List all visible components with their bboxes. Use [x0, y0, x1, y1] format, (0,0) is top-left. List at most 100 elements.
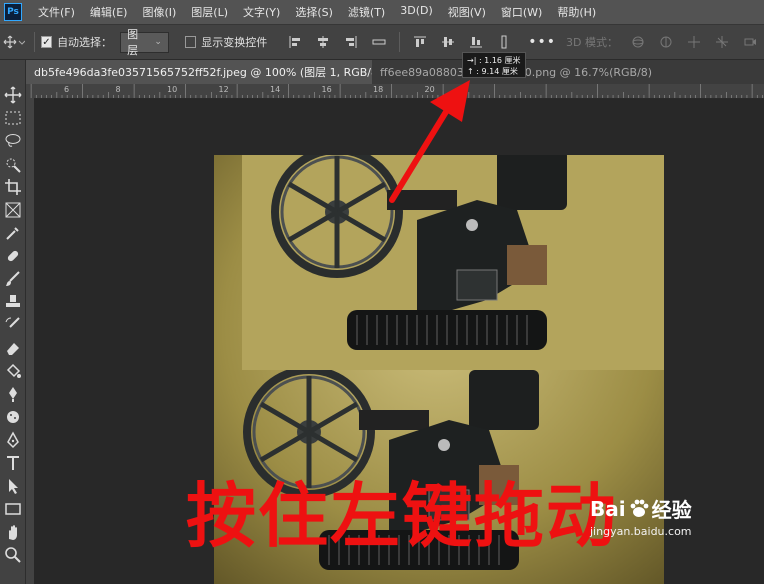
auto-select-target-value: 图层 — [127, 28, 139, 57]
tool-preset-picker[interactable] — [0, 29, 28, 55]
marquee-tool[interactable] — [4, 109, 22, 127]
instruction-caption: 按住左键拖动 — [186, 474, 618, 557]
rectangle-icon — [5, 503, 21, 515]
ruler-label: 8 — [115, 85, 121, 94]
zoom-icon — [5, 547, 21, 563]
type-tool[interactable] — [4, 454, 22, 472]
vertical-ruler[interactable] — [26, 98, 34, 584]
align-horizontal-center-icon[interactable] — [316, 35, 330, 49]
watermark-brand-right: 经验 — [651, 498, 692, 522]
separator — [399, 32, 401, 52]
document-tab-bar: db5fe496da3fe03571565752ff52f.jpeg @ 100… — [26, 60, 764, 84]
paint-bucket-tool[interactable] — [4, 362, 22, 380]
crop-icon — [5, 179, 21, 195]
menu-item[interactable]: 图像(I) — [142, 4, 176, 20]
ruler-label: 16 — [321, 85, 332, 94]
history-brush-tool[interactable] — [4, 316, 22, 334]
3d-roll-icon[interactable] — [659, 35, 673, 49]
align-left-icon[interactable] — [288, 35, 302, 49]
more-options-button[interactable]: ••• — [528, 34, 556, 50]
distribute-icon[interactable] — [372, 35, 386, 49]
marquee-icon — [5, 111, 21, 125]
stamp-icon — [6, 295, 20, 307]
3d-mode-label: 3D 模式： — [566, 36, 618, 49]
menu-items: 文件(F) 编辑(E) 图像(I) 图层(L) 文字(Y) 选择(S) 滤镜(T) 3D(D)… — [38, 4, 611, 20]
quick-select-icon — [6, 158, 21, 173]
zoom-tool[interactable] — [4, 546, 22, 564]
menu-item[interactable]: 帮助(H) — [557, 4, 596, 20]
chevron-down-icon: ⌄ — [154, 37, 162, 47]
lasso-icon — [5, 134, 21, 147]
3d-pan-icon[interactable] — [687, 35, 701, 49]
ruler-label: 12 — [218, 85, 229, 94]
align-top-icon[interactable] — [413, 35, 427, 49]
3d-scale-icon[interactable] — [743, 35, 757, 49]
healing-tool[interactable] — [4, 247, 22, 265]
menu-item[interactable]: 滤镜(T) — [348, 4, 385, 20]
dodge-icon — [9, 387, 17, 402]
options-bar: ✓ 自动选择： 图层 ⌄ 显示变换控件 ••• 3D 模式： — [0, 24, 764, 60]
auto-select-label: 自动选择： — [57, 36, 113, 49]
stamp-tool[interactable] — [4, 293, 22, 311]
tools-panel — [0, 60, 26, 584]
align-vertical-center-icon[interactable] — [441, 35, 455, 49]
dodge-tool[interactable] — [4, 385, 22, 403]
hand-icon — [9, 525, 17, 540]
ruler-label: 18 — [373, 85, 384, 94]
menu-item[interactable]: 文件(F) — [38, 4, 75, 20]
lasso-tool[interactable] — [4, 132, 22, 150]
frame-icon — [5, 202, 21, 218]
menu-item[interactable]: 窗口(W) — [501, 4, 542, 20]
align-bottom-icon[interactable] — [469, 35, 483, 49]
eraser-tool[interactable] — [4, 339, 22, 357]
document-tab-label: db5fe496da3fe03571565752ff52f.jpeg @ 100… — [34, 66, 372, 79]
menu-item[interactable]: 3D(D) — [400, 4, 433, 20]
separator — [33, 32, 35, 52]
eyedropper-icon — [6, 227, 19, 240]
path-select-icon — [9, 479, 18, 494]
tooltip-horizontal-offset: →| : 1.16 厘米 — [467, 56, 521, 65]
3d-slide-icon[interactable] — [715, 35, 729, 49]
history-brush-icon — [5, 317, 20, 328]
ruler-label: 10 — [167, 85, 178, 94]
baidu-watermark: Bai 经验 jingyan.baidu.com — [590, 494, 692, 539]
sponge-tool[interactable] — [4, 408, 22, 426]
align-right-icon[interactable] — [344, 35, 358, 49]
type-icon — [7, 456, 19, 470]
hand-tool[interactable] — [4, 523, 22, 541]
show-transform-checkbox[interactable] — [184, 36, 197, 48]
eyedropper-tool[interactable] — [4, 224, 22, 242]
ruler-ticks — [30, 84, 763, 98]
healing-icon — [7, 250, 19, 262]
menu-item[interactable]: 文字(Y) — [243, 4, 280, 20]
paint-bucket-icon — [6, 363, 21, 378]
rectangle-tool[interactable] — [4, 500, 22, 518]
3d-orbit-icon[interactable] — [631, 35, 645, 49]
pen-icon — [7, 431, 19, 449]
crop-tool[interactable] — [4, 178, 22, 196]
brush-tool[interactable] — [4, 270, 22, 288]
document-tab-active[interactable]: db5fe496da3fe03571565752ff52f.jpeg @ 100… — [26, 60, 372, 84]
baidu-paw-icon — [630, 499, 649, 517]
ruler-label: 20 — [424, 85, 435, 94]
menu-item[interactable]: 视图(V) — [448, 4, 486, 20]
watermark-brand-left: Bai — [590, 496, 626, 521]
quick-select-tool[interactable] — [4, 155, 22, 173]
auto-select-checkbox[interactable]: ✓ — [40, 36, 53, 48]
menu-item[interactable]: 编辑(E) — [90, 4, 128, 20]
align-buttons — [281, 32, 518, 52]
move-tool-preset-icon — [3, 35, 25, 49]
menu-item[interactable]: 图层(L) — [191, 4, 228, 20]
horizontal-ruler[interactable]: 6 8 10 12 14 16 18 20 — [26, 84, 764, 99]
auto-select-target-dropdown[interactable]: 图层 ⌄ — [120, 28, 169, 57]
distribute-vertical-icon[interactable] — [497, 35, 511, 49]
frame-tool[interactable] — [4, 201, 22, 219]
move-tool[interactable] — [4, 86, 22, 104]
move-icon — [4, 86, 22, 104]
menu-item[interactable]: 选择(S) — [295, 4, 333, 20]
menu-bar: Ps 文件(F) 编辑(E) 图像(I) 图层(L) 文字(Y) 选择(S) 滤镜(T) 3D… — [0, 0, 764, 24]
document-tab-label: ff6ee89a088031 — [380, 65, 471, 79]
path-select-tool[interactable] — [4, 477, 22, 495]
show-transform-label: 显示变换控件 — [201, 36, 268, 49]
pen-tool[interactable] — [4, 431, 22, 449]
